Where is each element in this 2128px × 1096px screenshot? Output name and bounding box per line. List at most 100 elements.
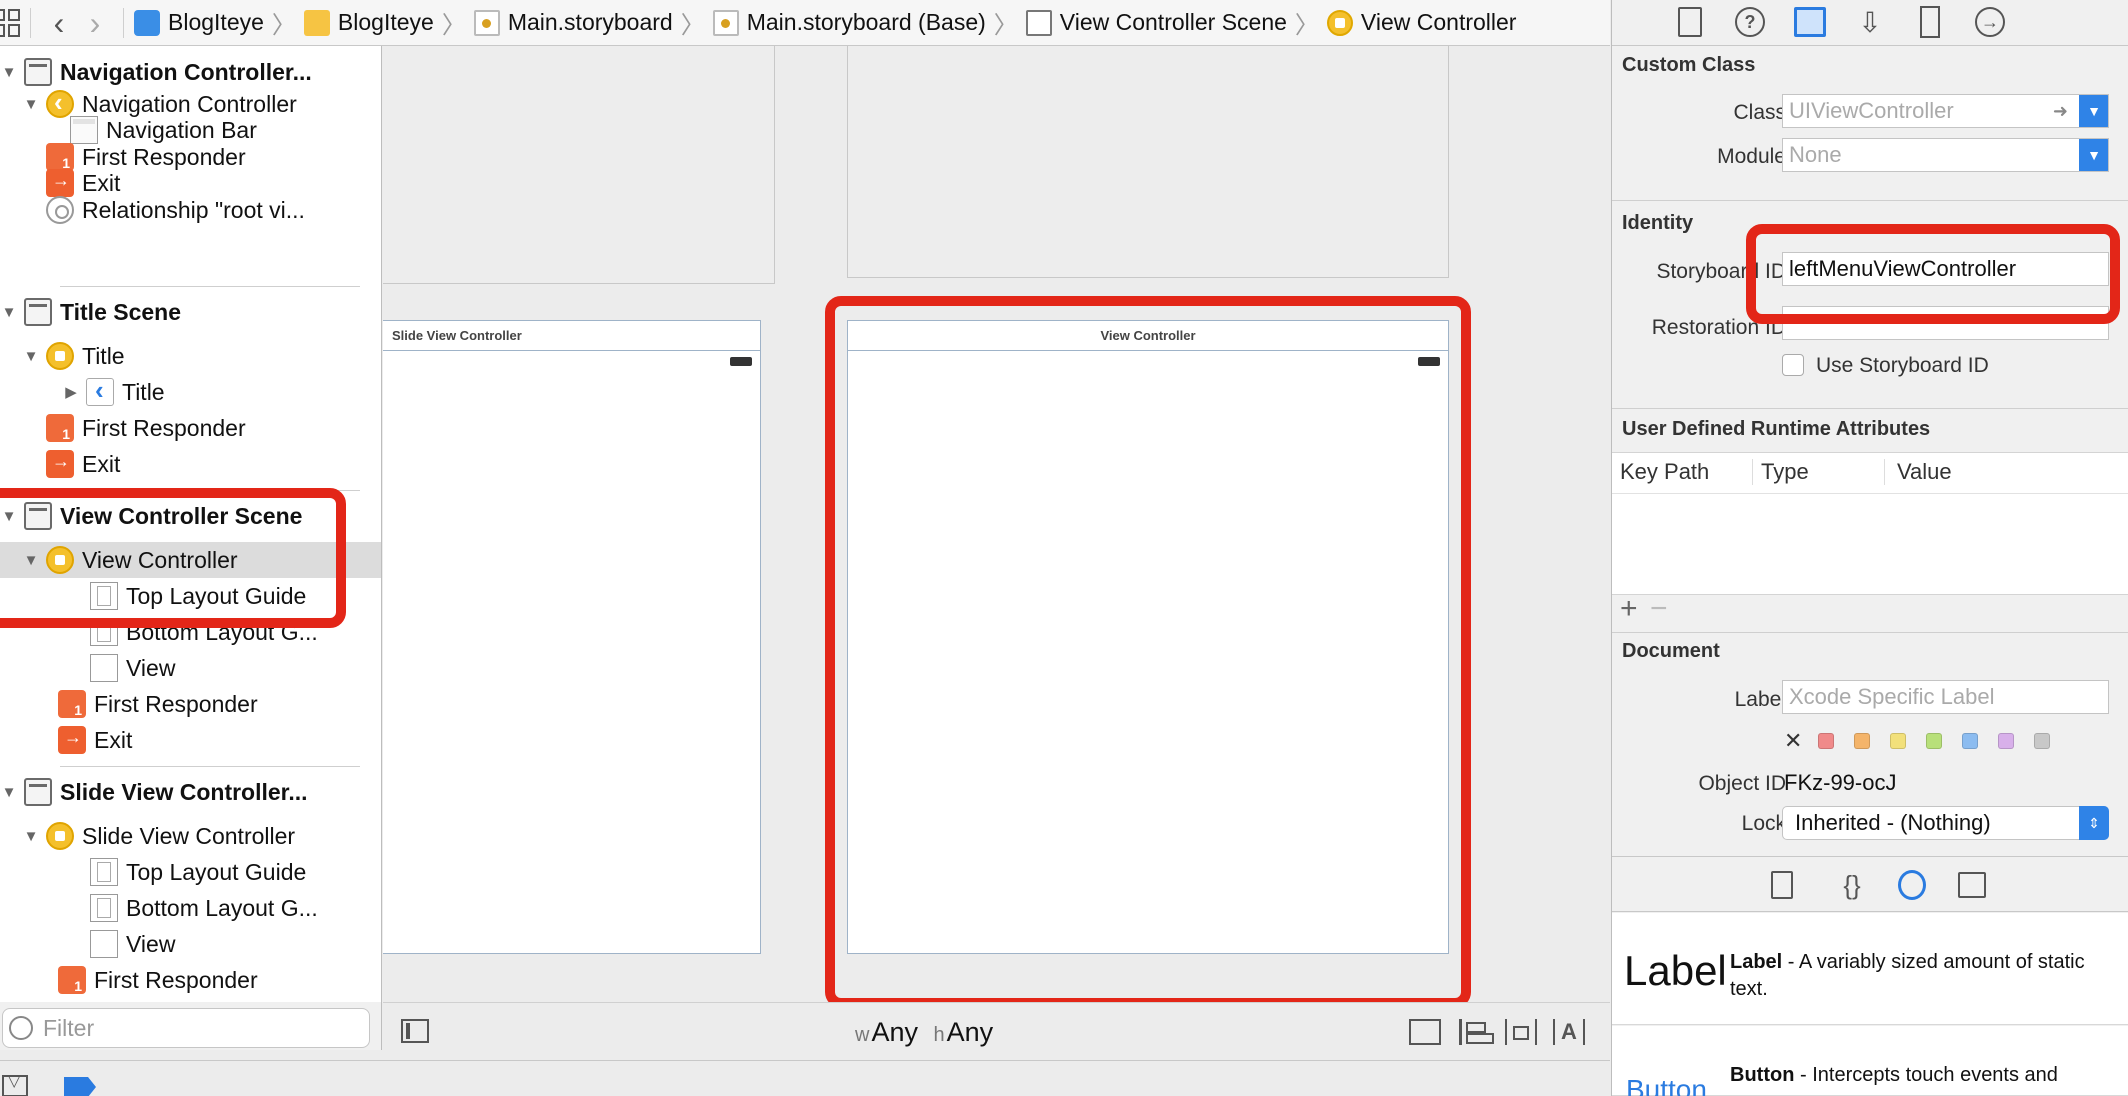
column-header[interactable]: Type	[1752, 459, 1809, 485]
outline-row[interactable]: Bottom Layout G...	[0, 614, 381, 650]
color-swatch-green[interactable]	[1926, 733, 1942, 749]
battery-icon	[1418, 357, 1440, 366]
outline-row[interactable]: First Responder	[0, 962, 381, 998]
scene-title: View Controller	[1100, 328, 1196, 343]
resolve-auto-layout-icon[interactable]: A	[1553, 1019, 1585, 1045]
breadcrumb-scene[interactable]: View Controller Scene 〉	[1025, 5, 1327, 40]
storyboard-canvas[interactable]: Slide View Controller View Controller	[383, 46, 1610, 1006]
related-items-icon[interactable]	[0, 8, 20, 37]
disclosure-expanded-icon[interactable]: ▼	[0, 508, 18, 525]
outline-row[interactable]: Top Layout Guide	[0, 854, 381, 890]
chevron-right-icon: 〉	[680, 12, 705, 39]
chevron-updown-icon[interactable]: ⇕	[2079, 806, 2109, 840]
document-outline[interactable]: ▼ Navigation Controller... ▼ Navigation Co…	[0, 46, 382, 1006]
column-header[interactable]: Key Path	[1620, 459, 1709, 485]
use-storyboard-id-checkbox[interactable]	[1782, 354, 1804, 376]
breadcrumb-localization[interactable]: Main.storyboard (Base) 〉	[712, 5, 1026, 40]
view-controller-frame[interactable]: View Controller	[847, 320, 1449, 954]
outline-row[interactable]: Exit	[0, 722, 381, 758]
show-outline-icon[interactable]	[401, 1019, 429, 1043]
color-swatch-yellow[interactable]	[1890, 733, 1906, 749]
chevron-down-icon[interactable]: ▼	[2079, 95, 2108, 127]
outline-row[interactable]: ▼ Slide View Controller	[0, 818, 381, 854]
runtime-attributes-table[interactable]: Key Path Type Value	[1612, 452, 2128, 595]
outline-row-label: Slide View Controller	[82, 822, 296, 849]
outline-row[interactable]: ▼ Navigation Controller...	[0, 54, 381, 90]
outline-row[interactable]: Relationship "root vi...	[0, 192, 381, 228]
object-library-icon[interactable]	[1898, 871, 1926, 899]
disclosure-expanded-icon[interactable]: ▼	[0, 64, 18, 81]
outline-row[interactable]: Bottom Layout G...	[0, 890, 381, 926]
outline-row[interactable]: ▼ Title	[0, 338, 381, 374]
storyboard-id-field[interactable]: leftMenuViewController	[1782, 252, 2109, 286]
outline-row[interactable]: ▼ View Controller Scene	[0, 498, 381, 534]
clear-color-button[interactable]: ✕	[1784, 728, 1802, 754]
scene-placeholder[interactable]	[383, 46, 775, 284]
file-inspector-icon[interactable]	[1674, 6, 1706, 38]
color-swatch-blue[interactable]	[1962, 733, 1978, 749]
remove-attribute-button[interactable]: −	[1650, 592, 1668, 626]
color-swatch-purple[interactable]	[1998, 733, 2014, 749]
outline-row[interactable]: ▼ Title Scene	[0, 294, 381, 330]
disclosure-expanded-icon[interactable]: ▼	[22, 552, 40, 569]
size-class-control[interactable]: wAny hAny	[855, 1017, 993, 1048]
storyboard-id-label: Storyboard ID	[1656, 260, 1786, 283]
document-label-field[interactable]: Xcode Specific Label	[1782, 680, 2109, 714]
breadcrumb-file[interactable]: Main.storyboard 〉	[473, 5, 713, 40]
breadcrumb-object[interactable]: View Controller	[1326, 9, 1516, 36]
scene-placeholder[interactable]	[847, 46, 1449, 278]
pin-icon[interactable]	[1505, 1019, 1537, 1045]
color-swatch-red[interactable]	[1818, 733, 1834, 749]
disclosure-expanded-icon[interactable]: ▼	[22, 96, 40, 113]
color-swatch-orange[interactable]	[1854, 733, 1870, 749]
align-icon[interactable]	[1459, 1019, 1494, 1045]
breadcrumb-label: Main.storyboard	[507, 9, 673, 35]
chevron-down-icon[interactable]: ▼	[2079, 139, 2108, 171]
breadcrumb-group[interactable]: BlogIteye 〉	[303, 5, 474, 40]
disclosure-expanded-icon[interactable]: ▼	[22, 828, 40, 845]
outline-row-selected[interactable]: ▼ View Controller	[0, 542, 381, 578]
module-field[interactable]: None ▼	[1782, 138, 2109, 172]
attributes-inspector-icon[interactable]	[1854, 6, 1886, 38]
debug-area-toggle-icon[interactable]	[2, 1071, 28, 1096]
library-item-label[interactable]: Label Label - A variably sized amount of…	[1612, 913, 2128, 1025]
back-button[interactable]: ‹	[41, 7, 77, 39]
identity-inspector-icon[interactable]	[1794, 6, 1826, 38]
inspector-tab-bar	[1612, 0, 2128, 46]
add-attribute-button[interactable]: +	[1620, 592, 1638, 626]
disclosure-expanded-icon[interactable]: ▼	[0, 304, 18, 321]
color-swatch-gray[interactable]	[2034, 733, 2050, 749]
quick-help-icon[interactable]	[1734, 6, 1766, 38]
code-snippets-icon[interactable]	[1838, 871, 1866, 899]
filter-field[interactable]: Filter	[2, 1008, 370, 1048]
disclosure-expanded-icon[interactable]: ▼	[22, 348, 40, 365]
outline-row[interactable]: View	[0, 650, 381, 686]
outline-row[interactable]: First Responder	[0, 686, 381, 722]
outline-row[interactable]: ▼ Slide View Controller...	[0, 774, 381, 810]
disclosure-collapsed-icon[interactable]: ▶	[62, 383, 80, 401]
outline-row[interactable]: Top Layout Guide	[0, 578, 381, 614]
go-to-class-icon[interactable]: ➜	[2053, 101, 2068, 122]
breadcrumb-project[interactable]: BlogIteye 〉	[134, 5, 304, 40]
outline-row[interactable]: First Responder	[0, 410, 381, 446]
slide-view-controller-frame[interactable]: Slide View Controller	[383, 320, 761, 954]
restoration-id-field[interactable]	[1782, 306, 2109, 340]
media-library-icon[interactable]	[1958, 871, 1986, 899]
library-item-name: Button	[1730, 1064, 1795, 1086]
forward-button[interactable]: ›	[77, 7, 113, 39]
library-item-button[interactable]: Button Button - Intercepts touch events …	[1612, 1026, 2128, 1096]
column-header[interactable]: Value	[1884, 459, 1952, 485]
outline-row[interactable]: Exit	[0, 446, 381, 482]
size-inspector-icon[interactable]	[1914, 6, 1946, 38]
outline-row[interactable]: View	[0, 926, 381, 962]
class-field[interactable]: UIViewController ➜ ▼	[1782, 94, 2109, 128]
outline-row[interactable]: ▶ Title	[0, 374, 381, 410]
size-height-value: Any	[946, 1017, 994, 1047]
breakpoint-icon[interactable]	[64, 1077, 96, 1096]
lock-popup[interactable]: Inherited - (Nothing) ⇕	[1782, 806, 2109, 840]
connections-inspector-icon[interactable]	[1974, 6, 2006, 38]
embed-in-stack-icon[interactable]	[1409, 1019, 1441, 1045]
disclosure-expanded-icon[interactable]: ▼	[0, 784, 18, 801]
file-templates-icon[interactable]	[1768, 871, 1796, 899]
outline-row-label: Top Layout Guide	[126, 582, 307, 609]
